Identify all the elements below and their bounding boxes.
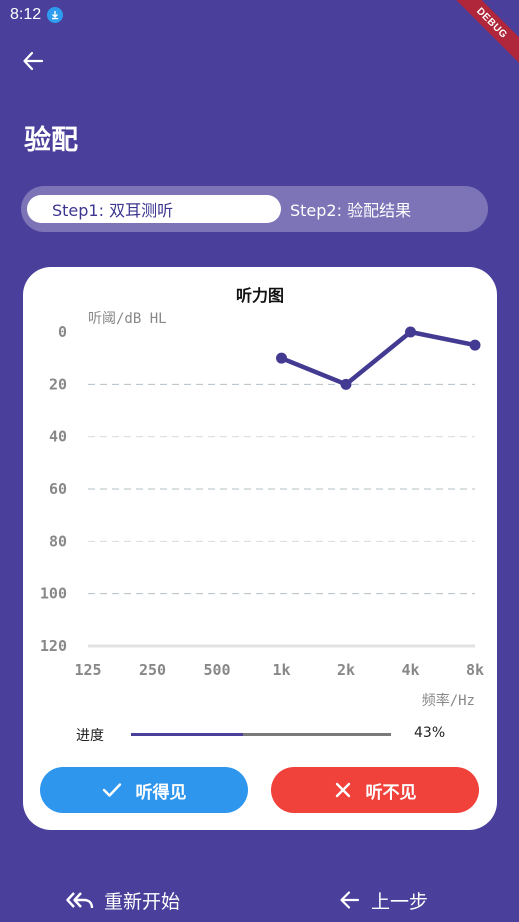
audiogram-card: 听力图听阈/dB HL 频率/Hz 0 20 40 60 80 100 120 125 250 500…	[23, 267, 497, 830]
x-axis-label: 频率/Hz	[422, 692, 475, 707]
progress-value: 43%	[414, 725, 446, 741]
progress-label: 进度	[76, 728, 104, 744]
x-tick-label: 2k	[337, 661, 355, 679]
reply-all-icon	[66, 892, 94, 909]
chart-title: 听力图	[236, 286, 284, 305]
download-icon	[47, 7, 64, 23]
progress-bar	[131, 733, 391, 736]
data-point	[405, 326, 416, 338]
x-tick-label: 500	[203, 661, 230, 679]
y-tick-label: 100	[40, 585, 67, 603]
arrow-left-icon	[340, 891, 360, 909]
bottom-nav: 重新开始 上一步	[0, 878, 519, 922]
close-icon	[335, 782, 350, 798]
data-point	[340, 378, 352, 390]
cannot-hear-button[interactable]: 听不见	[271, 767, 479, 813]
y-tick-label: 120	[40, 637, 67, 655]
back-button[interactable]	[18, 46, 48, 76]
x-tick-label: 250	[139, 661, 166, 679]
x-tick-label: 125	[74, 661, 101, 679]
step-1-tab[interactable]: Step1: 双耳测听	[27, 195, 281, 223]
series-line	[280, 329, 476, 387]
step-indicator: Step1: 双耳测听 Step2: 验配结果	[21, 186, 488, 232]
y-tick-label: 0	[58, 323, 67, 341]
y-tick-label: 20	[49, 375, 67, 393]
can-hear-label: 听得见	[135, 782, 187, 803]
status-time: 8:12	[10, 6, 42, 23]
progress-fill	[131, 733, 243, 736]
previous-step-label: 上一步	[371, 890, 429, 913]
restart-button[interactable]: 重新开始	[66, 878, 180, 922]
y-tick-label: 60	[49, 480, 67, 498]
audiogram-chart: 听力图听阈/dB HL 频率/Hz 0 20 40 60 80 100 120 125 250 500…	[40, 286, 484, 707]
status-bar: 8:12	[0, 0, 519, 30]
cannot-hear-label: 听不见	[365, 782, 417, 803]
y-axis-label: 听阈/dB HL	[88, 311, 167, 327]
previous-step-button[interactable]: 上一步	[339, 878, 428, 922]
restart-label: 重新开始	[104, 890, 181, 913]
arrow-left-icon	[23, 51, 44, 71]
can-hear-button[interactable]: 听得见	[40, 767, 248, 813]
page-title: 验配	[24, 125, 78, 156]
step-2-tab[interactable]: Step2: 验配结果	[290, 195, 411, 223]
x-tick-label: 1k	[272, 661, 290, 679]
data-point	[276, 352, 287, 364]
y-tick-label: 80	[49, 532, 67, 550]
x-tick-label: 8k	[466, 661, 484, 679]
x-tick-label: 4k	[401, 661, 419, 679]
y-tick-label: 40	[49, 428, 67, 446]
check-icon	[102, 783, 121, 797]
data-point	[469, 339, 481, 351]
